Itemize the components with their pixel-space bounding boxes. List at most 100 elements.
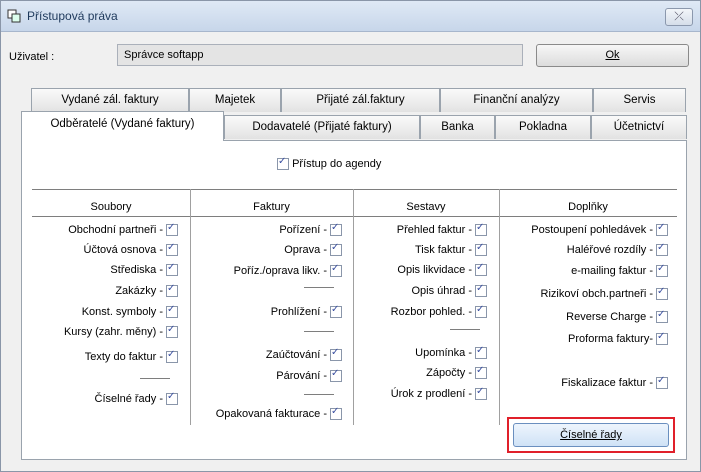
separator <box>304 394 334 395</box>
checkbox[interactable] <box>656 263 668 278</box>
perm-ciselne-rady[interactable]: Číselné řady - <box>94 391 178 406</box>
checkbox[interactable] <box>330 304 342 319</box>
perm-label: Kursy (zahr. měny) - <box>63 326 163 338</box>
perm-porizeni[interactable]: Pořízení - <box>279 222 342 237</box>
checkbox[interactable] <box>475 365 487 380</box>
perm-rozbor-pohled[interactable]: Rozbor pohled. - <box>390 304 487 319</box>
perm-strediska[interactable]: Střediska - <box>110 262 178 277</box>
checkbox[interactable] <box>330 406 342 421</box>
tab-pokladna[interactable]: Pokladna <box>495 115 591 139</box>
checkbox[interactable] <box>656 309 668 324</box>
tab-banka[interactable]: Banka <box>420 115 495 139</box>
perm-parovani[interactable]: Párování - <box>276 368 342 383</box>
checkbox[interactable] <box>656 242 668 257</box>
ciselne-rady-button[interactable]: Číselné řady <box>513 423 669 447</box>
checkbox[interactable] <box>475 304 487 319</box>
ok-button[interactable]: Ok <box>536 44 689 67</box>
perm-texty-do-faktur[interactable]: Texty do faktur - <box>85 349 178 364</box>
perm-prohlizeni[interactable]: Prohlížení - <box>271 304 342 319</box>
user-label: Uživatel : <box>9 51 55 63</box>
checkbox[interactable] <box>166 391 178 406</box>
perm-poriz-oprava-likv[interactable]: Poříz./oprava likv. - <box>233 263 342 278</box>
perm-label: Zaúčtování - <box>265 349 327 361</box>
checkbox[interactable] <box>166 349 178 364</box>
checkbox[interactable] <box>166 324 178 339</box>
access-checkbox[interactable]: Přístup do agendy <box>277 156 382 171</box>
tab-servis[interactable]: Servis <box>593 88 686 112</box>
perm-label: Střediska - <box>110 264 163 276</box>
checkbox[interactable] <box>330 242 342 257</box>
separator <box>304 331 334 332</box>
perm-urok-z-prodleni[interactable]: Úrok z prodlení - <box>391 386 487 401</box>
perm-uctova-osnova[interactable]: Účtová osnova - <box>84 242 178 257</box>
perm-proforma-faktury[interactable]: Proforma faktury- <box>568 331 668 346</box>
checkbox[interactable] <box>656 222 668 237</box>
checkbox[interactable] <box>475 386 487 401</box>
checkbox[interactable] <box>166 242 178 257</box>
tab-vydane-zal-faktury[interactable]: Vydané zál. faktury <box>31 88 189 112</box>
checkbox[interactable] <box>330 222 342 237</box>
perm-fiskalizace-faktur[interactable]: Fiskalizace faktur - <box>561 375 668 390</box>
tab-prijate-zal-faktury[interactable]: Přijaté zál.faktury <box>281 88 440 112</box>
checkbox[interactable] <box>166 222 178 237</box>
perm-e-mailing-faktur[interactable]: e-mailing faktur - <box>571 263 668 278</box>
perm-prehled-faktur[interactable]: Přehled faktur - <box>397 222 487 237</box>
perm-postoupeni-pohledavek[interactable]: Postoupení pohledávek - <box>531 222 668 237</box>
tab-dodavatele[interactable]: Dodavatelé (Přijaté faktury) <box>224 115 420 139</box>
perm-label: Reverse Charge - <box>566 311 653 323</box>
perm-opis-uhrad[interactable]: Opis úhrad - <box>411 283 487 298</box>
checkbox[interactable] <box>656 331 668 346</box>
column-header-soubory: Soubory <box>90 201 132 213</box>
perm-konst-symboly[interactable]: Konst. symboly - <box>82 304 178 319</box>
checkbox[interactable] <box>330 368 342 383</box>
perm-label: Párování - <box>276 370 327 382</box>
checkbox[interactable] <box>166 283 178 298</box>
perm-label: Číselné řady - <box>94 393 163 405</box>
perm-label: Postoupení pohledávek - <box>531 224 653 236</box>
checkbox[interactable] <box>166 262 178 277</box>
checkbox[interactable] <box>330 263 342 278</box>
perm-tisk-faktur[interactable]: Tisk faktur - <box>415 242 487 257</box>
perm-halerove-rozdily[interactable]: Haléřové rozdíly - <box>567 242 668 257</box>
perm-label: Opis úhrad - <box>411 285 472 297</box>
separator <box>140 378 170 379</box>
perm-label: Opis likvidace - <box>397 264 472 276</box>
user-field[interactable]: Správce softapp <box>117 44 523 66</box>
window-title: Přístupová práva <box>27 9 118 23</box>
checkbox[interactable] <box>475 242 487 257</box>
perm-label: Proforma faktury- <box>568 333 653 345</box>
tab-financni-analyzy[interactable]: Finanční analýzy <box>440 88 593 112</box>
perm-label: Rozbor pohled. - <box>390 306 472 318</box>
checkbox[interactable] <box>475 283 487 298</box>
perm-zapocty[interactable]: Zápočty - <box>426 365 487 380</box>
perm-obchodni-partneri[interactable]: Obchodní partneři - <box>68 222 178 237</box>
tab-ucetnictvi[interactable]: Účetnictví <box>591 115 687 139</box>
checkbox[interactable] <box>166 304 178 319</box>
tab-panel: Přístup do agendy Soubory Faktury Sestav… <box>21 140 687 460</box>
perm-oprava[interactable]: Oprava - <box>284 242 342 257</box>
column-divider <box>499 189 500 425</box>
close-button[interactable]: ⤫ <box>665 8 693 26</box>
perm-label: Poříz./oprava likv. - <box>233 265 327 277</box>
perm-kursy[interactable]: Kursy (zahr. měny) - <box>63 324 178 339</box>
perm-zakazky[interactable]: Zakázky - <box>115 283 178 298</box>
checkbox[interactable] <box>475 262 487 277</box>
checkbox[interactable] <box>277 156 289 171</box>
perm-opakovana-fakturace[interactable]: Opakovaná fakturace - <box>216 406 342 421</box>
checkbox[interactable] <box>656 375 668 390</box>
perm-upominka[interactable]: Upomínka - <box>415 345 487 360</box>
tab-majetek[interactable]: Majetek <box>189 88 281 112</box>
perm-reverse-charge[interactable]: Reverse Charge - <box>566 309 668 324</box>
perm-rizikovi-obch-partneri[interactable]: Rizikoví obch.partneři - <box>541 286 668 301</box>
checkbox[interactable] <box>330 347 342 362</box>
column-header-doplnky: Doplňky <box>568 201 608 213</box>
checkbox[interactable] <box>656 286 668 301</box>
perm-zauctovani[interactable]: Zaúčtování - <box>265 347 342 362</box>
checkbox[interactable] <box>475 222 487 237</box>
access-label: Přístup do agendy <box>292 158 382 170</box>
checkbox[interactable] <box>475 345 487 360</box>
perm-label: Oprava - <box>284 244 327 256</box>
perm-label: Upomínka - <box>415 347 472 359</box>
tab-odberatele[interactable]: Odběratelé (Vydané faktury) <box>21 111 224 141</box>
perm-opis-likvidace[interactable]: Opis likvidace - <box>397 262 487 277</box>
